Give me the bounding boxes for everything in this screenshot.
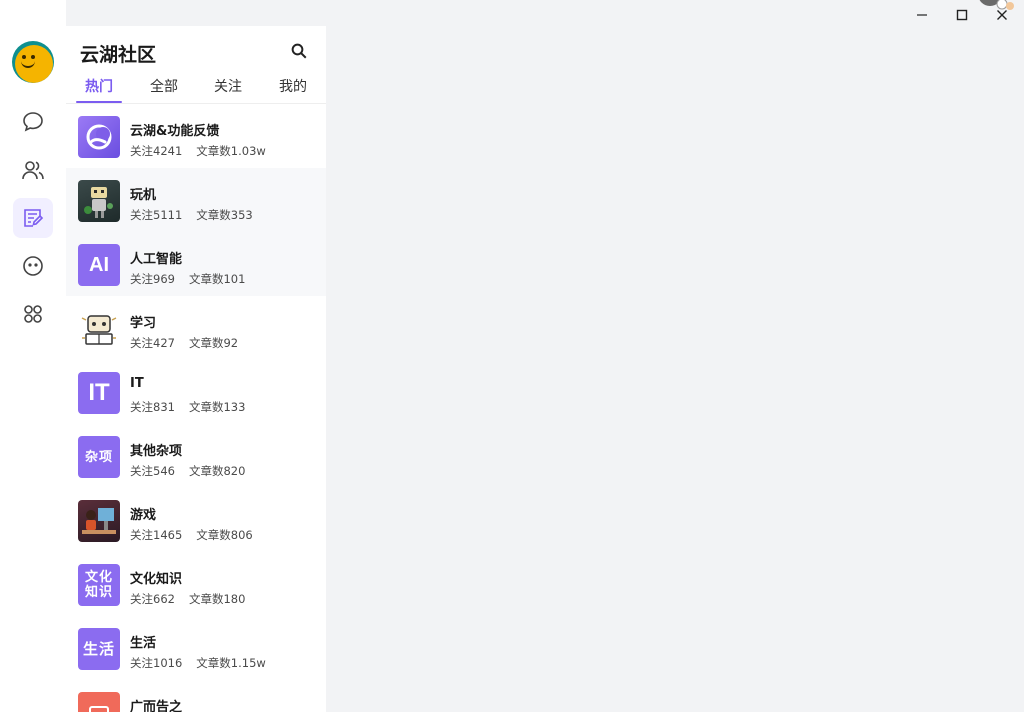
community-item[interactable]: 玩机 关注5111 文章数353 [66, 168, 326, 232]
panel-title: 云湖社区 [80, 44, 157, 66]
apps-nav-button[interactable] [13, 294, 53, 334]
chat-icon [23, 112, 43, 132]
gamer-image [78, 500, 120, 542]
community-name: 人工智能 [130, 252, 183, 267]
minimize-button[interactable] [908, 4, 936, 26]
community-stats: 关注831 文章数133 [130, 399, 245, 415]
study-robot-image [78, 308, 120, 350]
tab-bar: 热门 全部 关注 我的 [66, 76, 326, 104]
nav-rail [0, 0, 66, 712]
community-stats: 关注427 文章数92 [130, 335, 238, 351]
community-nav-button[interactable] [13, 198, 53, 238]
follower-count: 关注4241 [130, 144, 183, 158]
article-count: 文章数353 [196, 208, 253, 222]
corner-decoration [976, 0, 1024, 12]
community-stats: 关注662 文章数180 [130, 591, 245, 607]
community-item[interactable]: 广而告之 [66, 680, 326, 712]
contacts-icon [22, 161, 44, 180]
community-stats: 关注5111 文章数353 [130, 207, 253, 223]
community-name: IT [130, 376, 144, 391]
it-logo: IT [78, 372, 120, 414]
community-item[interactable]: 杂项 其他杂项 关注546 文章数820 [66, 424, 326, 488]
follower-count: 关注5111 [130, 208, 183, 222]
maximize-icon [956, 9, 968, 21]
community-item[interactable]: AI 人工智能 关注969 文章数101 [66, 232, 326, 296]
article-count: 文章数1.15w [196, 656, 266, 670]
article-count: 文章数101 [188, 272, 246, 286]
community-name: 玩机 [130, 188, 157, 203]
more-icon [23, 256, 43, 276]
ad-icon [78, 692, 120, 712]
culture-logo: 文化知识 [78, 564, 120, 606]
community-stats: 关注1465 文章数806 [130, 527, 253, 543]
minimize-icon [917, 14, 927, 16]
search-icon [291, 43, 307, 59]
cloud-lake-logo [78, 116, 120, 158]
more-nav-button[interactable] [13, 246, 53, 286]
article-count: 文章数92 [188, 336, 239, 350]
active-tab-indicator [76, 101, 122, 103]
community-stats: 关注1016 文章数1.15w [130, 655, 266, 671]
article-count: 文章数806 [196, 528, 253, 542]
community-item[interactable]: 学习 关注427 文章数92 [66, 296, 326, 360]
follower-count: 关注1465 [130, 528, 183, 542]
community-panel: 云湖社区 热门 全部 关注 我的 云湖&功能反馈 关注4241 文章数1.03w [66, 26, 326, 712]
article-count: 文章数1.03w [196, 144, 266, 158]
article-count: 文章数180 [188, 592, 246, 606]
ai-logo: AI [78, 244, 120, 286]
maximize-button[interactable] [948, 4, 976, 26]
follower-count: 关注1016 [130, 656, 183, 670]
tab-following[interactable]: 关注 [205, 76, 251, 96]
community-name: 文化知识 [130, 572, 183, 587]
tab-mine[interactable]: 我的 [270, 76, 316, 96]
community-name: 云湖&功能反馈 [130, 124, 220, 139]
community-name: 游戏 [130, 508, 157, 523]
robot-image [78, 180, 120, 222]
article-count: 文章数133 [188, 400, 246, 414]
misc-logo: 杂项 [78, 436, 120, 478]
community-item[interactable]: 云湖&功能反馈 关注4241 文章数1.03w [66, 104, 326, 168]
community-stats: 关注546 文章数820 [130, 463, 245, 479]
life-logo: 生活 [78, 628, 120, 670]
community-name: 广而告之 [130, 700, 183, 712]
apps-icon [24, 305, 42, 323]
community-name: 学习 [130, 316, 157, 331]
community-stats: 关注969 文章数101 [130, 271, 245, 287]
follower-count: 关注969 [130, 272, 175, 286]
follower-count: 关注831 [130, 400, 175, 414]
community-item[interactable]: 游戏 关注1465 文章数806 [66, 488, 326, 552]
tab-hot[interactable]: 热门 [76, 76, 122, 96]
community-item[interactable]: IT IT 关注831 文章数133 [66, 360, 326, 424]
follower-count: 关注427 [130, 336, 175, 350]
search-button[interactable] [288, 40, 310, 62]
community-item[interactable]: 生活 生活 关注1016 文章数1.15w [66, 616, 326, 680]
follower-count: 关注546 [130, 464, 175, 478]
contacts-nav-button[interactable] [13, 150, 53, 190]
tab-all[interactable]: 全部 [141, 76, 187, 96]
user-avatar[interactable] [12, 41, 54, 83]
community-list: 云湖&功能反馈 关注4241 文章数1.03w 玩机 关注5111 文章数353 A… [66, 104, 326, 712]
community-name: 其他杂项 [130, 444, 183, 459]
community-stats: 关注4241 文章数1.03w [130, 143, 266, 159]
community-icon [24, 209, 44, 227]
follower-count: 关注662 [130, 592, 175, 606]
community-name: 生活 [130, 636, 157, 651]
community-item[interactable]: 文化知识 文化知识 关注662 文章数180 [66, 552, 326, 616]
chat-nav-button[interactable] [13, 102, 53, 142]
article-count: 文章数820 [188, 464, 246, 478]
